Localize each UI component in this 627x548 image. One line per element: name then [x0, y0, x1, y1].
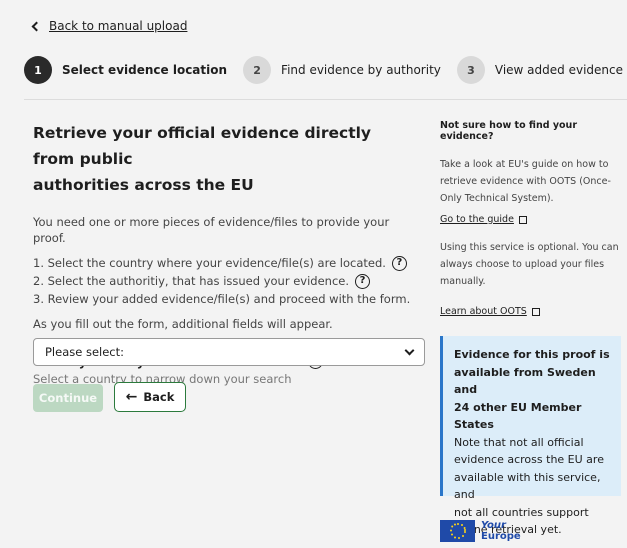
- help-paragraph-guide: Take a look at EU's guide on how to retr…: [440, 156, 620, 207]
- help-line: Take a look at EU's guide on how to: [440, 159, 609, 170]
- info-box-title-line: available from Sweden and: [454, 365, 596, 397]
- back-button-label: Back: [143, 390, 175, 404]
- availability-info-box: Evidence for this proof is available fro…: [440, 336, 621, 536]
- logo-line-2: Europe: [481, 531, 521, 542]
- step-2: 2 Find evidence by authority: [243, 56, 441, 84]
- step-number: 3: [456, 56, 485, 84]
- help-paragraph-optional: Using this service is optional. You can …: [440, 239, 620, 290]
- page-title: Retrieve your official evidence directly…: [33, 120, 413, 198]
- page-title-line: Retrieve your official evidence directly…: [33, 124, 372, 168]
- instruction-list: 1. Select the country where your evidenc…: [33, 254, 413, 308]
- help-line: Using this service is optional. You can: [440, 242, 619, 253]
- help-line: manually.: [440, 276, 486, 287]
- external-link-icon: [518, 215, 527, 224]
- list-item-text: 3. Review your added evidence/file(s) an…: [33, 292, 411, 306]
- question-icon[interactable]: ?: [391, 255, 407, 271]
- step-number: 2: [243, 56, 272, 84]
- help-line: retrieve evidence with OOTS (Once-: [440, 176, 611, 187]
- step-3: 3 View added evidence: [456, 56, 623, 84]
- back-link-label: Back to manual upload: [49, 19, 188, 33]
- step-label: View added evidence: [494, 63, 623, 77]
- help-line: always choose to upload your files: [440, 259, 605, 270]
- info-box-title-line: 24 other EU Member States: [454, 400, 582, 432]
- info-box-text-line: not all countries support: [454, 505, 589, 519]
- stepper: 1 Select evidence location 2 Find eviden…: [24, 56, 627, 84]
- form-note: As you fill out the form, additional fie…: [33, 317, 333, 331]
- list-item: 3. Review your added evidence/file(s) an…: [33, 290, 413, 308]
- external-link-icon: [531, 307, 540, 316]
- continue-button[interactable]: Continue: [33, 384, 103, 412]
- learn-about-oots-label: Learn about OOTS: [440, 306, 527, 317]
- help-line: Only Technical System).: [440, 193, 554, 204]
- list-item: 1. Select the country where your evidenc…: [33, 254, 413, 272]
- chevron-down-icon: [404, 345, 415, 355]
- your-europe-logo: Your Europe: [440, 520, 521, 542]
- page-title-line: authorities across the EU: [33, 176, 254, 194]
- help-sidebar: Not sure how to find your evidence? Take…: [440, 120, 620, 317]
- your-europe-wordmark: Your Europe: [481, 520, 521, 542]
- help-title: Not sure how to find your evidence?: [440, 120, 578, 142]
- arrow-left-icon: ←: [125, 389, 138, 405]
- info-box-text-line: available with this service, and: [454, 470, 601, 502]
- list-item-text: 1. Select the country where your evidenc…: [33, 256, 386, 270]
- info-box-text-line: evidence across the EU are: [454, 453, 604, 466]
- go-to-guide-label: Go to the guide: [440, 214, 514, 225]
- step-number: 1: [24, 56, 52, 84]
- learn-about-oots-link[interactable]: Learn about OOTS: [440, 306, 620, 317]
- chevron-left-icon: [31, 21, 42, 32]
- list-item-text: 2. Select the authoritiy, that has issue…: [33, 274, 349, 288]
- back-to-manual-upload-link[interactable]: Back to manual upload: [31, 19, 188, 33]
- back-button[interactable]: ← Back: [114, 382, 186, 412]
- list-item: 2. Select the authoritiy, that has issue…: [33, 272, 413, 290]
- step-label: Select evidence location: [62, 63, 228, 77]
- country-select[interactable]: Please select:: [33, 338, 425, 366]
- go-to-guide-link[interactable]: Go to the guide: [440, 214, 620, 225]
- intro-text: You need one or more pieces of evidence/…: [33, 215, 390, 245]
- question-icon[interactable]: ?: [355, 273, 370, 289]
- logo-line-1: Your: [481, 520, 506, 531]
- step-1: 1 Select evidence location: [24, 56, 227, 84]
- info-box-title-line: Evidence for this proof is: [454, 348, 610, 361]
- country-select-value: Please select:: [45, 345, 125, 359]
- divider: [24, 99, 627, 100]
- step-label: Find evidence by authority: [281, 63, 441, 77]
- info-box-text-line: Note that not all official: [454, 435, 584, 449]
- eu-flag-icon: [440, 520, 475, 542]
